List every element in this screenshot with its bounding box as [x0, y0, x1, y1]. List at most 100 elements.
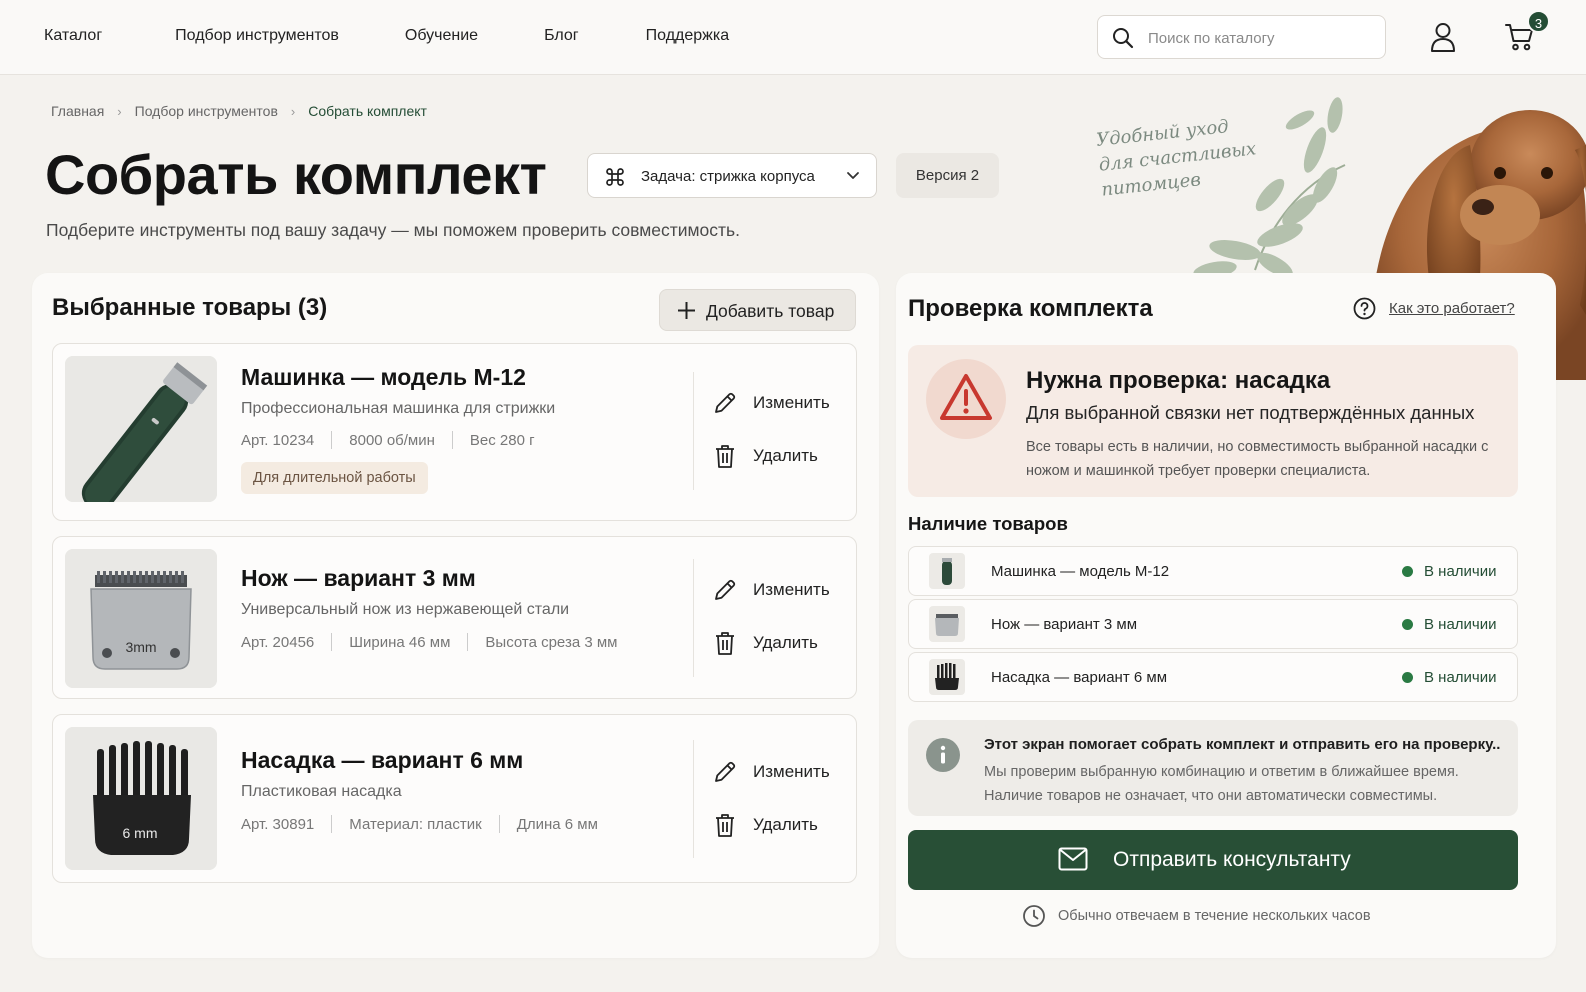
card-divider — [693, 372, 694, 490]
cart-count-badge: 3 — [1527, 10, 1550, 33]
chevron-right-icon: › — [290, 103, 296, 119]
info-title: Этот экран помогает собрать комплект и о… — [984, 736, 1501, 753]
product-title: Нож — вариант 3 мм — [241, 565, 476, 591]
product-card-clipper: Машинка — модель М-12 Профессиональная м… — [52, 343, 857, 521]
task-dropdown[interactable]: Задача: стрижка корпуса — [587, 153, 877, 198]
info-icon — [926, 738, 960, 772]
card-divider — [693, 559, 694, 677]
product-description: Универсальный нож из нержавеющей стали — [241, 601, 570, 618]
kit-check-title: Проверка комплекта — [908, 295, 1153, 322]
edit-button[interactable]: Изменить — [713, 391, 830, 415]
in-stock-status: В наличии — [1402, 616, 1497, 633]
availability-item-name: Нож — вариант 3 мм — [991, 616, 1138, 633]
clock-icon — [1023, 905, 1045, 927]
breadcrumb-tool-selection[interactable]: Подбор инструментов — [135, 103, 278, 119]
card-divider — [693, 740, 694, 858]
guard-thumbnail — [929, 659, 965, 695]
info-notice: Этот экран помогает собрать комплект и о… — [908, 720, 1518, 816]
status-dot-icon — [1402, 672, 1413, 683]
in-stock-status: В наличии — [1402, 563, 1497, 580]
selected-products-title: Выбранные товары (3) — [52, 294, 328, 321]
info-text: Мы проверим выбранную комбинацию и ответ… — [984, 764, 1459, 804]
product-specs: Арт. 10234 8000 об/мин Вес 280 г — [241, 431, 535, 449]
guard-size-label: 6 mm — [123, 825, 158, 841]
warning-triangle-icon — [940, 374, 992, 420]
product-description: Профессиональная машинка для стрижки — [241, 400, 556, 417]
alert-icon-badge — [926, 359, 1006, 439]
nav-support[interactable]: Поддержка — [646, 27, 729, 45]
trash-icon — [716, 814, 734, 837]
nav-tool-selection[interactable]: Подбор инструментов — [175, 27, 339, 45]
delete-button[interactable]: Удалить — [713, 812, 818, 838]
chevron-right-icon: › — [117, 103, 122, 119]
product-image-blade: 3mm — [65, 549, 217, 688]
status-dot-icon — [1402, 566, 1413, 577]
catalog-search — [1097, 15, 1386, 59]
search-input[interactable] — [1148, 26, 1376, 50]
product-image-clipper — [65, 356, 217, 502]
product-title: Машинка — модель М-12 — [241, 364, 526, 390]
breadcrumb: Главная › Подбор инструментов › Собрать … — [51, 103, 427, 119]
version-badge[interactable]: Версия 2 — [896, 153, 999, 198]
product-description: Пластиковая насадка — [241, 783, 402, 800]
breadcrumb-home[interactable]: Главная — [51, 103, 104, 119]
delete-button[interactable]: Удалить — [713, 630, 818, 656]
pencil-icon — [715, 392, 736, 413]
chevron-down-icon — [847, 172, 859, 179]
search-icon — [1113, 28, 1134, 49]
kit-check-panel: Проверка комплекта Как это работает? Нуж… — [896, 273, 1556, 958]
alert-body: Все товары есть в наличии, но совместимо… — [1026, 439, 1489, 479]
alert-title: Нужна проверка: насадка — [1026, 367, 1331, 394]
blade-size-label: 3mm — [125, 639, 156, 655]
product-title: Насадка — вариант 6 мм — [241, 747, 524, 773]
availability-title: Наличие товаров — [908, 513, 1068, 534]
availability-row: Машинка — модель М-12 В наличии — [908, 546, 1518, 596]
send-to-consultant-button[interactable]: Отправить консультанту — [908, 830, 1518, 890]
status-dot-icon — [1402, 619, 1413, 630]
clipper-thumbnail — [929, 553, 965, 589]
availability-row: Нож — вариант 3 мм В наличии — [908, 599, 1518, 649]
clipper-illustration — [65, 356, 217, 502]
task-dropdown-label: Задача: стрижка корпуса — [641, 168, 815, 185]
nav-training[interactable]: Обучение — [405, 27, 478, 45]
product-specs: Арт. 30891 Материал: пластик Длина 6 мм — [241, 815, 598, 833]
product-tag: Для длительной работы — [241, 462, 428, 494]
edit-button[interactable]: Изменить — [713, 760, 830, 784]
product-image-guard: 6 mm — [65, 727, 217, 870]
reply-time-note: Обычно отвечаем в течение нескольких час… — [1022, 904, 1371, 928]
pencil-icon — [715, 761, 736, 782]
question-circle-icon — [1353, 297, 1376, 320]
delete-button[interactable]: Удалить — [713, 443, 818, 469]
product-specs: Арт. 20456 Ширина 46 мм Высота среза 3 м… — [241, 633, 618, 651]
nav-catalog[interactable]: Каталог — [44, 27, 102, 45]
user-account-button[interactable] — [1430, 22, 1456, 57]
nav-blog[interactable]: Блог — [544, 27, 579, 45]
edit-button[interactable]: Изменить — [713, 578, 830, 602]
selected-products-panel: Выбранные товары (3) Добавить товар Маши… — [32, 273, 879, 958]
user-icon — [1431, 23, 1455, 52]
main-nav: Каталог Подбор инструментов Обучение Бло… — [44, 27, 729, 45]
product-card-guard: 6 mm Насадка — вариант 6 мм Пластиковая … — [52, 714, 857, 883]
availability-item-name: Насадка — вариант 6 мм — [991, 669, 1168, 686]
how-it-works-link[interactable]: Как это работает? — [1353, 297, 1515, 320]
trash-icon — [716, 445, 734, 468]
page-subtitle: Подберите инструменты под вашу задачу — … — [46, 220, 741, 240]
blade-thumbnail — [929, 606, 965, 642]
add-product-button[interactable]: Добавить товар — [659, 289, 856, 331]
page-title: Собрать комплект — [45, 143, 547, 206]
alert-subtitle: Для выбранной связки нет подтверждённых … — [1026, 402, 1475, 423]
blade-illustration: 3mm — [65, 549, 217, 688]
mail-icon — [1058, 847, 1088, 871]
command-icon — [606, 168, 624, 186]
product-card-blade: 3mm Нож — вариант 3 мм Универсальный нож… — [52, 536, 857, 699]
availability-row: Насадка — вариант 6 мм В наличии — [908, 652, 1518, 702]
breadcrumb-current: Собрать комплект — [308, 103, 427, 119]
plus-icon — [678, 302, 695, 319]
guard-illustration: 6 mm — [65, 727, 217, 870]
in-stock-status: В наличии — [1402, 669, 1497, 686]
compatibility-alert: Нужна проверка: насадка Для выбранной св… — [908, 345, 1518, 497]
pencil-icon — [715, 579, 736, 600]
trash-icon — [716, 632, 734, 655]
availability-item-name: Машинка — модель М-12 — [991, 563, 1170, 580]
top-bar: Каталог Подбор инструментов Обучение Бло… — [0, 0, 1586, 75]
